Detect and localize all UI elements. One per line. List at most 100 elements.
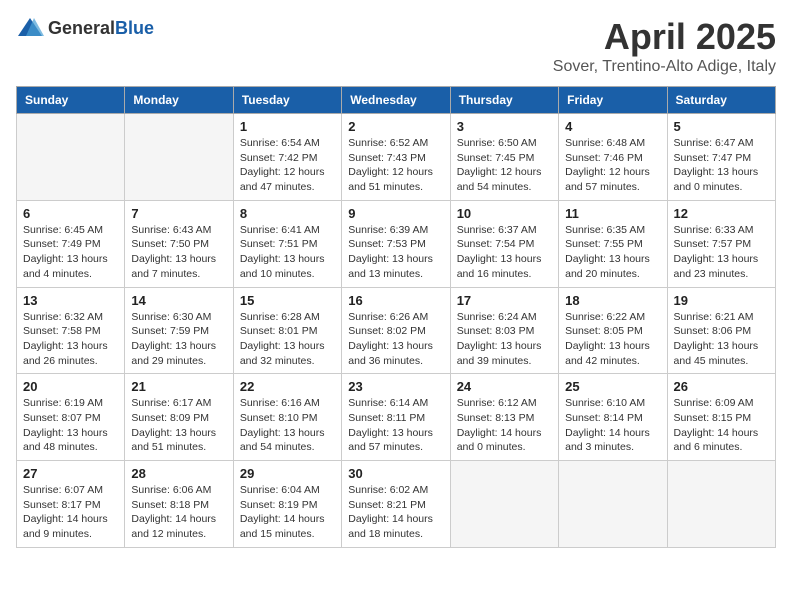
- day-info: Sunrise: 6:16 AM Sunset: 8:10 PM Dayligh…: [240, 396, 335, 455]
- calendar-cell: 10 Sunrise: 6:37 AM Sunset: 7:54 PM Dayl…: [450, 200, 558, 287]
- day-number: 6: [23, 206, 118, 221]
- day-number: 3: [457, 119, 552, 134]
- location-title: Sover, Trentino-Alto Adige, Italy: [553, 58, 776, 76]
- day-number: 2: [348, 119, 443, 134]
- calendar-cell: [125, 114, 233, 201]
- weekday-header-saturday: Saturday: [667, 87, 775, 114]
- day-number: 11: [565, 206, 660, 221]
- calendar-cell: 13 Sunrise: 6:32 AM Sunset: 7:58 PM Dayl…: [17, 287, 125, 374]
- day-info: Sunrise: 6:30 AM Sunset: 7:59 PM Dayligh…: [131, 310, 226, 369]
- day-info: Sunrise: 6:47 AM Sunset: 7:47 PM Dayligh…: [674, 136, 769, 195]
- calendar-table: SundayMondayTuesdayWednesdayThursdayFrid…: [16, 86, 776, 548]
- day-info: Sunrise: 6:33 AM Sunset: 7:57 PM Dayligh…: [674, 223, 769, 282]
- page-header: GeneralBlue April 2025 Sover, Trentino-A…: [16, 16, 776, 76]
- day-number: 16: [348, 293, 443, 308]
- day-info: Sunrise: 6:32 AM Sunset: 7:58 PM Dayligh…: [23, 310, 118, 369]
- day-number: 18: [565, 293, 660, 308]
- day-number: 22: [240, 379, 335, 394]
- calendar-cell: 22 Sunrise: 6:16 AM Sunset: 8:10 PM Dayl…: [233, 374, 341, 461]
- day-info: Sunrise: 6:02 AM Sunset: 8:21 PM Dayligh…: [348, 483, 443, 542]
- weekday-header-friday: Friday: [559, 87, 667, 114]
- day-number: 1: [240, 119, 335, 134]
- week-row-2: 6 Sunrise: 6:45 AM Sunset: 7:49 PM Dayli…: [17, 200, 776, 287]
- day-info: Sunrise: 6:19 AM Sunset: 8:07 PM Dayligh…: [23, 396, 118, 455]
- day-number: 12: [674, 206, 769, 221]
- day-info: Sunrise: 6:09 AM Sunset: 8:15 PM Dayligh…: [674, 396, 769, 455]
- calendar-cell: 7 Sunrise: 6:43 AM Sunset: 7:50 PM Dayli…: [125, 200, 233, 287]
- calendar-cell: [450, 461, 558, 548]
- day-number: 15: [240, 293, 335, 308]
- day-number: 8: [240, 206, 335, 221]
- calendar-cell: 19 Sunrise: 6:21 AM Sunset: 8:06 PM Dayl…: [667, 287, 775, 374]
- calendar-cell: 30 Sunrise: 6:02 AM Sunset: 8:21 PM Dayl…: [342, 461, 450, 548]
- day-info: Sunrise: 6:26 AM Sunset: 8:02 PM Dayligh…: [348, 310, 443, 369]
- calendar-cell: [17, 114, 125, 201]
- day-info: Sunrise: 6:41 AM Sunset: 7:51 PM Dayligh…: [240, 223, 335, 282]
- calendar-cell: 27 Sunrise: 6:07 AM Sunset: 8:17 PM Dayl…: [17, 461, 125, 548]
- calendar-cell: 5 Sunrise: 6:47 AM Sunset: 7:47 PM Dayli…: [667, 114, 775, 201]
- calendar-cell: 6 Sunrise: 6:45 AM Sunset: 7:49 PM Dayli…: [17, 200, 125, 287]
- day-info: Sunrise: 6:52 AM Sunset: 7:43 PM Dayligh…: [348, 136, 443, 195]
- day-info: Sunrise: 6:48 AM Sunset: 7:46 PM Dayligh…: [565, 136, 660, 195]
- calendar-cell: 3 Sunrise: 6:50 AM Sunset: 7:45 PM Dayli…: [450, 114, 558, 201]
- weekday-header-monday: Monday: [125, 87, 233, 114]
- calendar-cell: 14 Sunrise: 6:30 AM Sunset: 7:59 PM Dayl…: [125, 287, 233, 374]
- day-info: Sunrise: 6:35 AM Sunset: 7:55 PM Dayligh…: [565, 223, 660, 282]
- calendar-cell: 9 Sunrise: 6:39 AM Sunset: 7:53 PM Dayli…: [342, 200, 450, 287]
- weekday-header-sunday: Sunday: [17, 87, 125, 114]
- weekday-header-wednesday: Wednesday: [342, 87, 450, 114]
- day-info: Sunrise: 6:22 AM Sunset: 8:05 PM Dayligh…: [565, 310, 660, 369]
- day-number: 9: [348, 206, 443, 221]
- calendar-cell: 8 Sunrise: 6:41 AM Sunset: 7:51 PM Dayli…: [233, 200, 341, 287]
- calendar-cell: 16 Sunrise: 6:26 AM Sunset: 8:02 PM Dayl…: [342, 287, 450, 374]
- day-number: 30: [348, 466, 443, 481]
- calendar-cell: 11 Sunrise: 6:35 AM Sunset: 7:55 PM Dayl…: [559, 200, 667, 287]
- day-number: 20: [23, 379, 118, 394]
- day-info: Sunrise: 6:06 AM Sunset: 8:18 PM Dayligh…: [131, 483, 226, 542]
- calendar-cell: 4 Sunrise: 6:48 AM Sunset: 7:46 PM Dayli…: [559, 114, 667, 201]
- calendar-cell: [559, 461, 667, 548]
- day-info: Sunrise: 6:45 AM Sunset: 7:49 PM Dayligh…: [23, 223, 118, 282]
- calendar-cell: 25 Sunrise: 6:10 AM Sunset: 8:14 PM Dayl…: [559, 374, 667, 461]
- logo-general: General: [48, 18, 115, 38]
- week-row-4: 20 Sunrise: 6:19 AM Sunset: 8:07 PM Dayl…: [17, 374, 776, 461]
- calendar-cell: 12 Sunrise: 6:33 AM Sunset: 7:57 PM Dayl…: [667, 200, 775, 287]
- day-number: 19: [674, 293, 769, 308]
- day-number: 28: [131, 466, 226, 481]
- day-number: 10: [457, 206, 552, 221]
- day-number: 21: [131, 379, 226, 394]
- day-info: Sunrise: 6:14 AM Sunset: 8:11 PM Dayligh…: [348, 396, 443, 455]
- day-info: Sunrise: 6:04 AM Sunset: 8:19 PM Dayligh…: [240, 483, 335, 542]
- calendar-cell: 28 Sunrise: 6:06 AM Sunset: 8:18 PM Dayl…: [125, 461, 233, 548]
- day-number: 4: [565, 119, 660, 134]
- day-info: Sunrise: 6:10 AM Sunset: 8:14 PM Dayligh…: [565, 396, 660, 455]
- calendar-cell: 1 Sunrise: 6:54 AM Sunset: 7:42 PM Dayli…: [233, 114, 341, 201]
- calendar-cell: [667, 461, 775, 548]
- day-number: 26: [674, 379, 769, 394]
- day-info: Sunrise: 6:12 AM Sunset: 8:13 PM Dayligh…: [457, 396, 552, 455]
- calendar-cell: 2 Sunrise: 6:52 AM Sunset: 7:43 PM Dayli…: [342, 114, 450, 201]
- day-number: 17: [457, 293, 552, 308]
- week-row-3: 13 Sunrise: 6:32 AM Sunset: 7:58 PM Dayl…: [17, 287, 776, 374]
- weekday-header-tuesday: Tuesday: [233, 87, 341, 114]
- day-number: 25: [565, 379, 660, 394]
- calendar-cell: 18 Sunrise: 6:22 AM Sunset: 8:05 PM Dayl…: [559, 287, 667, 374]
- day-number: 23: [348, 379, 443, 394]
- day-info: Sunrise: 6:43 AM Sunset: 7:50 PM Dayligh…: [131, 223, 226, 282]
- day-info: Sunrise: 6:54 AM Sunset: 7:42 PM Dayligh…: [240, 136, 335, 195]
- calendar-cell: 24 Sunrise: 6:12 AM Sunset: 8:13 PM Dayl…: [450, 374, 558, 461]
- calendar-cell: 20 Sunrise: 6:19 AM Sunset: 8:07 PM Dayl…: [17, 374, 125, 461]
- day-number: 13: [23, 293, 118, 308]
- day-info: Sunrise: 6:28 AM Sunset: 8:01 PM Dayligh…: [240, 310, 335, 369]
- day-number: 24: [457, 379, 552, 394]
- day-number: 27: [23, 466, 118, 481]
- calendar-cell: 21 Sunrise: 6:17 AM Sunset: 8:09 PM Dayl…: [125, 374, 233, 461]
- calendar-cell: 15 Sunrise: 6:28 AM Sunset: 8:01 PM Dayl…: [233, 287, 341, 374]
- day-info: Sunrise: 6:17 AM Sunset: 8:09 PM Dayligh…: [131, 396, 226, 455]
- day-number: 14: [131, 293, 226, 308]
- month-title: April 2025: [553, 16, 776, 58]
- day-info: Sunrise: 6:07 AM Sunset: 8:17 PM Dayligh…: [23, 483, 118, 542]
- day-number: 5: [674, 119, 769, 134]
- day-info: Sunrise: 6:24 AM Sunset: 8:03 PM Dayligh…: [457, 310, 552, 369]
- day-info: Sunrise: 6:37 AM Sunset: 7:54 PM Dayligh…: [457, 223, 552, 282]
